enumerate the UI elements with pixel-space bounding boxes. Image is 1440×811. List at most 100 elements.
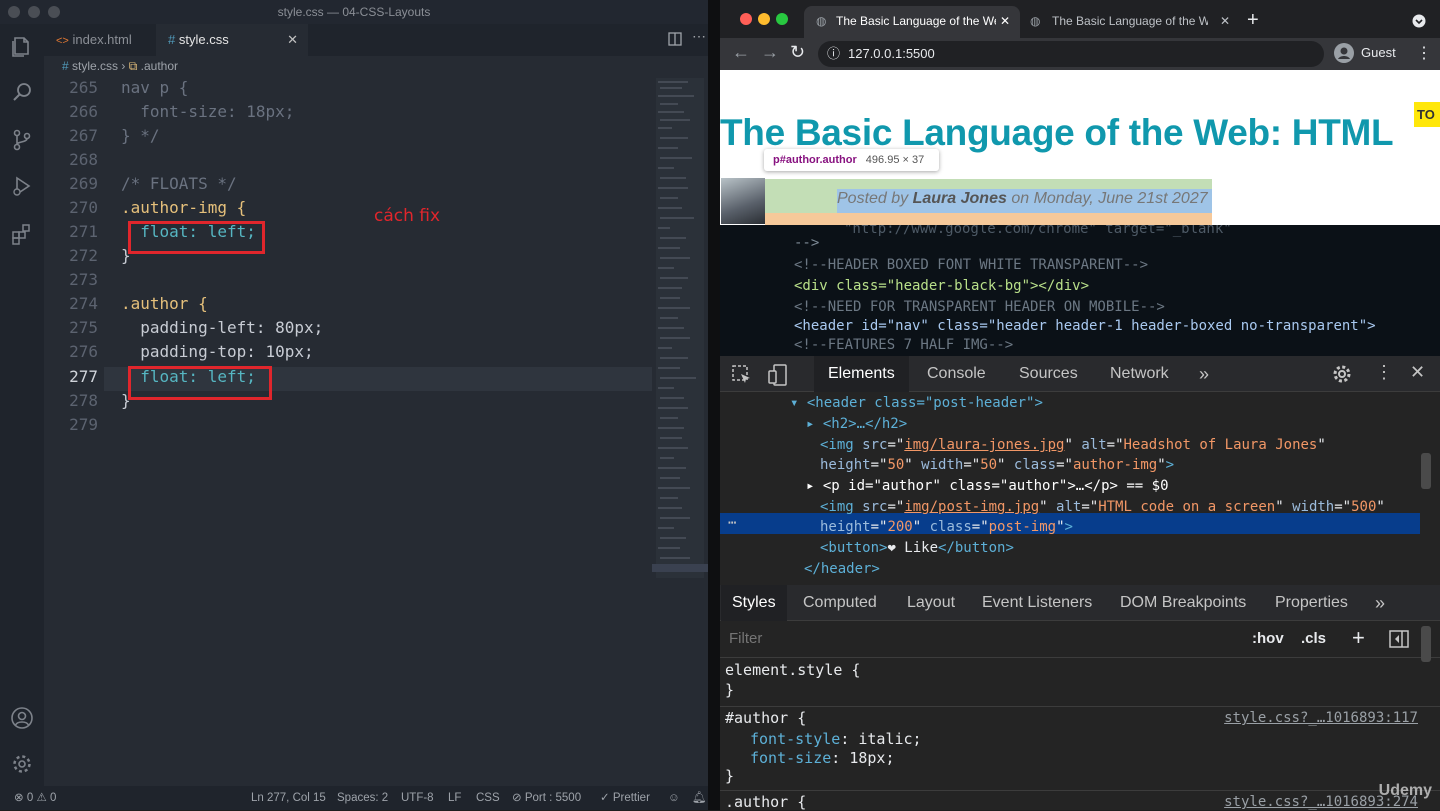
more-actions-icon[interactable]: ⋯: [692, 28, 706, 45]
styles-filter-input[interactable]: [723, 626, 1235, 652]
live-server-port[interactable]: ⊘ Port : 5500: [512, 786, 581, 810]
breadcrumb-symbol[interactable]: .author: [141, 59, 178, 73]
tab-index-html[interactable]: <> index.html: [44, 24, 156, 56]
code-image-line: <!--FEATURES 7 HALF IMG-->: [794, 337, 1014, 353]
dom-node-img-post-cont[interactable]: height="200" class="post-img">: [820, 519, 1073, 535]
dom-node-img-author[interactable]: <img src="img/laura-jones.jpg" alt="Head…: [820, 437, 1326, 453]
code-editor[interactable]: 265 266 267 268 269 270 271 272 273 274 …: [44, 76, 652, 786]
account-icon[interactable]: [10, 706, 34, 730]
style-rule-element[interactable]: element.style {: [725, 661, 860, 679]
code-line: } */: [121, 126, 160, 145]
address-bar[interactable]: ⓘ 127.0.0.1:5500: [818, 41, 1324, 67]
zoom-window-button[interactable]: [48, 6, 60, 18]
styles-scrollbar[interactable]: [1421, 626, 1431, 662]
tab-dom-breakpoints[interactable]: DOM Breakpoints: [1120, 585, 1246, 621]
toggle-sidebar-icon[interactable]: [1389, 630, 1409, 648]
customize-menu-icon[interactable]: ⋮: [1375, 362, 1393, 383]
source-control-icon[interactable]: [10, 128, 34, 152]
close-window-button[interactable]: [8, 6, 20, 18]
split-editor-icon[interactable]: [668, 32, 682, 46]
close-tab-icon[interactable]: ✕: [1000, 6, 1010, 36]
indentation[interactable]: Spaces: 2: [337, 786, 388, 810]
close-tab-icon[interactable]: ✕: [287, 24, 298, 56]
url-text: 127.0.0.1:5500: [848, 46, 935, 61]
css-declaration[interactable]: font-size: 18px;: [750, 749, 895, 767]
dom-tree[interactable]: ⋯ ▾ <header class="post-header"> ▸ <h2>……: [720, 393, 1440, 579]
attr-value[interactable]: img/post-img.jpg: [904, 499, 1039, 515]
tab-search-icon[interactable]: [1412, 14, 1426, 28]
property-name: font-size: [750, 749, 832, 767]
tab-layout[interactable]: Layout: [907, 585, 955, 621]
more-tabs-icon[interactable]: »: [1199, 356, 1209, 392]
minimize-window-button[interactable]: [28, 6, 40, 18]
line-number: 274: [69, 294, 98, 313]
dom-node-p-author[interactable]: ▸ <p id="author" class="author">…</p> ==…: [806, 478, 1169, 494]
minimap[interactable]: [652, 76, 708, 786]
cursor-position[interactable]: Ln 277, Col 15: [251, 786, 326, 810]
row-menu-icon[interactable]: ⋯: [728, 515, 736, 531]
property-value: italic;: [858, 730, 922, 748]
extensions-icon[interactable]: [10, 222, 34, 246]
close-devtools-icon[interactable]: ✕: [1410, 362, 1425, 383]
profile-button[interactable]: [1334, 43, 1354, 63]
tab-style-css[interactable]: # style.css ✕: [156, 24, 308, 56]
reload-icon[interactable]: ↻: [790, 42, 805, 63]
browser-tab[interactable]: ◍ The Basic Language of the Web ✕: [1020, 6, 1242, 40]
profile-name[interactable]: Guest: [1361, 45, 1396, 60]
new-rule-plus-icon[interactable]: +: [1352, 625, 1365, 651]
new-tab-button[interactable]: +: [1247, 9, 1259, 31]
style-rule-class-author[interactable]: .author {: [725, 793, 806, 811]
tab-event-listeners[interactable]: Event Listeners: [982, 585, 1092, 621]
close-window-button[interactable]: [740, 13, 752, 25]
settings-gear-icon[interactable]: [1332, 364, 1352, 384]
tab-console[interactable]: Console: [927, 356, 986, 392]
property-name: font-style: [750, 730, 841, 748]
search-icon[interactable]: [10, 80, 34, 104]
back-arrow-icon[interactable]: ←: [732, 42, 750, 63]
zoom-window-button[interactable]: [776, 13, 788, 25]
breadcrumb-file[interactable]: style.css: [72, 59, 118, 73]
tab-styles[interactable]: Styles: [721, 585, 787, 621]
dom-node-header-close[interactable]: </header>: [804, 561, 880, 577]
style-rule-close: }: [725, 767, 735, 785]
attr-value[interactable]: img/laura-jones.jpg: [904, 437, 1064, 453]
chrome-menu-icon[interactable]: ⋮: [1416, 43, 1432, 63]
rule-source-link[interactable]: style.css?_…1016893:117: [1224, 710, 1418, 726]
dom-node-header[interactable]: ▾ <header class="post-header">: [790, 395, 1043, 411]
forward-arrow-icon[interactable]: →: [761, 42, 779, 63]
class-toggle[interactable]: .cls: [1301, 630, 1326, 647]
inspect-element-icon[interactable]: [732, 365, 752, 385]
line-ending[interactable]: LF: [448, 786, 461, 810]
dom-node-img-post[interactable]: <img src="img/post-img.jpg" alt="HTML co…: [820, 499, 1385, 515]
tab-properties[interactable]: Properties: [1275, 585, 1348, 621]
dom-node-h2[interactable]: ▸ <h2>…</h2>: [806, 416, 907, 432]
prettier-status[interactable]: ✓ Prettier: [600, 786, 650, 810]
tab-computed[interactable]: Computed: [803, 585, 877, 621]
dom-scrollbar[interactable]: [1421, 453, 1431, 489]
encoding[interactable]: UTF-8: [401, 786, 434, 810]
tab-elements[interactable]: Elements: [814, 356, 909, 392]
language-mode[interactable]: CSS: [476, 786, 500, 810]
problems-indicator[interactable]: ⊗ 0 ⚠ 0: [14, 786, 56, 810]
css-declaration[interactable]: font-style: italic;: [750, 730, 922, 748]
settings-gear-icon[interactable]: [10, 752, 34, 776]
dom-node-button[interactable]: <button>❤ Like</button>: [820, 540, 1014, 556]
status-bar: ⊗ 0 ⚠ 0 Ln 277, Col 15 Spaces: 2 UTF-8 L…: [0, 786, 708, 810]
close-tab-icon[interactable]: ✕: [1220, 6, 1230, 36]
style-rule-id-author[interactable]: #author {: [725, 709, 806, 727]
device-toolbar-icon[interactable]: [768, 364, 788, 386]
explorer-icon[interactable]: [10, 34, 34, 58]
minimize-window-button[interactable]: [758, 13, 770, 25]
notifications-bell-icon[interactable]: 🔔︎: [692, 786, 707, 810]
tab-sources[interactable]: Sources: [1019, 356, 1078, 392]
hover-state-toggle[interactable]: :hov: [1252, 630, 1284, 647]
dom-node-img-author-cont[interactable]: height="50" width="50" class="author-img…: [820, 457, 1174, 473]
attr-value: 200: [887, 519, 913, 535]
tab-network[interactable]: Network: [1110, 356, 1169, 392]
annotation-text: cách fix: [374, 206, 441, 226]
more-tabs-icon[interactable]: »: [1375, 585, 1385, 621]
run-debug-icon[interactable]: [10, 174, 34, 198]
feedback-icon[interactable]: ☺: [668, 786, 680, 810]
browser-tab-active[interactable]: ◍ The Basic Language of the Web ✕: [804, 6, 1020, 40]
line-number: 278: [69, 391, 98, 410]
